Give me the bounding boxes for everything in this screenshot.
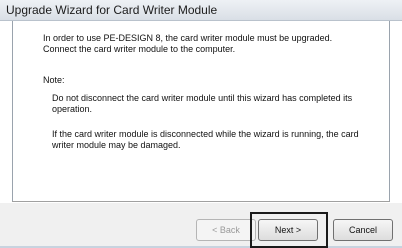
back-button[interactable]: < Back <box>196 219 256 241</box>
wizard-window: Upgrade Wizard for Card Writer Module In… <box>0 0 402 248</box>
intro-text: In order to use PE-DESIGN 8, the card wr… <box>43 33 333 54</box>
title-bar: Upgrade Wizard for Card Writer Module <box>0 0 402 21</box>
window-title: Upgrade Wizard for Card Writer Module <box>6 3 218 17</box>
cancel-button[interactable]: Cancel <box>333 219 393 241</box>
note-text-1: Do not disconnect the card writer module… <box>52 93 353 114</box>
note-label: Note: <box>43 75 65 85</box>
button-footer: < Back Next > Cancel <box>0 203 402 248</box>
next-button[interactable]: Next > <box>258 219 318 241</box>
note-text-2: If the card writer module is disconnecte… <box>52 129 359 150</box>
